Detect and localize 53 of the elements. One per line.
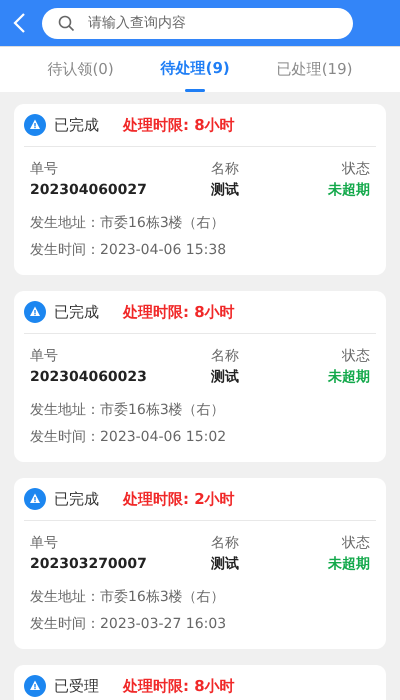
field-label: 单号: [30, 160, 59, 179]
status-text: 已完成: [54, 114, 99, 136]
field-label: 单号: [30, 347, 59, 366]
order-card[interactable]: 已完成 处理时限: 2小时 单号 202303270007 名称 测试 状态 未超期 发生地址：市委16栋3楼（右） 发生时间：2023-03-27 16:03: [14, 478, 386, 649]
time-value: 2023-03-27 16:03: [100, 615, 226, 634]
warning-icon: [24, 488, 46, 510]
field-label: 状态: [342, 347, 370, 366]
status-text: 已完成: [54, 302, 99, 323]
state-value: 未超期: [328, 181, 370, 200]
field-label: 发生地址：: [30, 588, 100, 607]
time-value: 2023-04-06 15:02: [100, 428, 226, 447]
time-value: 2023-04-06 15:38: [100, 241, 226, 260]
address-value: 市委16栋3楼（右）: [100, 214, 225, 233]
search-field[interactable]: 请输入查询内容: [42, 8, 353, 38]
status-text: 已完成: [54, 488, 99, 510]
warning-icon: [24, 114, 46, 136]
field-label: 单号: [30, 534, 59, 553]
order-card[interactable]: 已完成 处理时限: 8小时 单号 202304060023 名称 测试 状态 未超期 发生地址：市委16栋3楼（右） 发生时间：2023-04-06 15:02: [14, 291, 386, 462]
deadline-text: 处理时限: 2小时: [123, 488, 235, 510]
tab-indicator: [185, 89, 206, 92]
field-label: 状态: [342, 160, 370, 179]
deadline-text: 处理时限: 8小时: [123, 114, 235, 136]
field-label: 名称: [211, 534, 239, 553]
order-card[interactable]: 已完成 处理时限: 8小时 单号 202304060027 名称 测试 状态 未超期 发生地址：市委16栋3楼（右） 发生时间：2023-04-06 15:38: [14, 104, 386, 275]
field-label: 名称: [211, 160, 239, 179]
back-icon[interactable]: [12, 12, 26, 34]
field-label: 发生地址：: [30, 401, 100, 420]
tab[interactable]: 已处理(19): [268, 47, 360, 91]
tab[interactable]: 待处理(9): [152, 47, 238, 90]
order-number: 202304060023: [30, 368, 148, 387]
field-label: 发生时间：: [30, 615, 100, 634]
field-label: 名称: [211, 347, 239, 366]
name-value: 测试: [211, 555, 239, 574]
name-value: 测试: [211, 368, 239, 387]
warning-icon: [24, 675, 46, 697]
status-text: 已受理: [54, 676, 99, 697]
deadline-text: 处理时限: 8小时: [123, 302, 235, 323]
field-label: 状态: [342, 534, 370, 553]
field-label: 发生地址：: [30, 214, 100, 233]
state-value: 未超期: [328, 368, 370, 387]
address-value: 市委16栋3楼（右）: [100, 588, 225, 607]
field-label: 发生时间：: [30, 241, 100, 260]
tab[interactable]: 待认领(0): [39, 47, 122, 91]
warning-icon: [24, 301, 46, 323]
order-number: 202303270007: [30, 555, 148, 574]
address-value: 市委16栋3楼（右）: [100, 401, 225, 420]
state-value: 未超期: [328, 555, 370, 574]
field-label: 发生时间：: [30, 428, 100, 447]
order-number: 202304060027: [30, 181, 148, 200]
search-icon: [58, 14, 75, 32]
deadline-text: 处理时限: 8小时: [123, 676, 235, 697]
name-value: 测试: [211, 181, 239, 200]
order-card[interactable]: 已受理 处理时限: 8小时: [14, 665, 386, 700]
